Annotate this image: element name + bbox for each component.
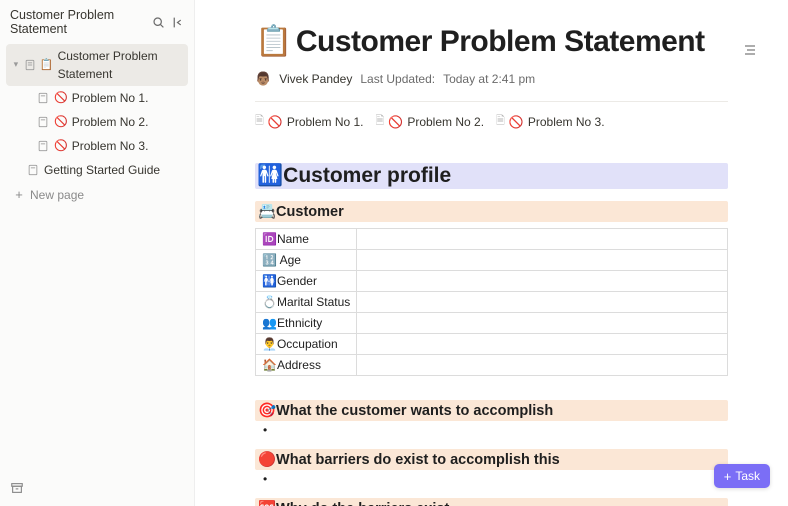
page-icon <box>24 59 36 71</box>
page-icon-large: 📋 <box>255 24 292 59</box>
backlink-emoji: 🚫 <box>268 115 283 129</box>
cell-marital-value[interactable] <box>357 292 728 313</box>
plus-icon: + <box>12 185 26 205</box>
sidebar-footer <box>0 473 194 506</box>
cell-gender-label[interactable]: 🚻Gender <box>256 271 357 292</box>
divider <box>255 101 728 102</box>
cell-name-label[interactable]: 🆔Name <box>256 229 357 250</box>
archive-icon[interactable] <box>10 484 24 498</box>
backlink-emoji: 🚫 <box>388 115 403 129</box>
nav-label: Getting Started Guide <box>44 161 160 179</box>
heading-customer[interactable]: 📇Customer <box>255 201 728 222</box>
add-task-button[interactable]: + Task <box>714 464 770 488</box>
page-icon: 🗎 <box>255 112 264 131</box>
page-icon <box>36 116 50 128</box>
author-avatar: 👨🏽 <box>255 71 271 87</box>
heading-customer-profile[interactable]: 🚻Customer profile <box>255 163 728 189</box>
page-emoji: 🚫 <box>54 90 68 107</box>
page-emoji: 🚫 <box>54 138 68 155</box>
cell-occupation-label[interactable]: 👨‍💼Occupation <box>256 334 357 355</box>
table-row: 💍Marital Status <box>256 292 728 313</box>
cell-address-label[interactable]: 🏠Address <box>256 355 357 376</box>
collapse-sidebar-icon[interactable] <box>171 15 184 29</box>
page-icon: 🗎 <box>376 112 385 131</box>
heading-why-barriers[interactable]: 🆘Why do the barriers exist <box>255 498 728 506</box>
last-updated-value: Today at 2:41 pm <box>443 72 535 86</box>
cell-occupation-value[interactable] <box>357 334 728 355</box>
sidebar: Customer Problem Statement ▾ 📋 Customer … <box>0 0 195 506</box>
cell-marital-label[interactable]: 💍Marital Status <box>256 292 357 313</box>
workspace-title: Customer Problem Statement <box>10 8 140 36</box>
table-row: 🔢 Age <box>256 250 728 271</box>
customer-profile-table: 🆔Name 🔢 Age 🚻Gender 💍Marital Status 👥Eth… <box>255 228 728 376</box>
bullet-empty[interactable] <box>255 421 728 425</box>
cell-address-value[interactable] <box>357 355 728 376</box>
backlink-emoji: 🚫 <box>509 115 524 129</box>
toc-icon[interactable] <box>742 42 758 61</box>
cell-age-value[interactable] <box>357 250 728 271</box>
backlink-problem-3[interactable]: 🗎 🚫 Problem No 3. <box>496 112 605 131</box>
cell-ethnicity-value[interactable] <box>357 313 728 334</box>
nav-item-problem-3[interactable]: 🚫 Problem No 3. <box>6 134 188 158</box>
page-icon <box>36 92 50 104</box>
new-page-button[interactable]: + New page <box>6 182 188 208</box>
page-icon <box>26 164 40 176</box>
nav-item-getting-started[interactable]: Getting Started Guide <box>6 158 188 182</box>
author-name: Vivek Pandey <box>279 72 352 86</box>
new-page-label: New page <box>30 186 84 204</box>
search-icon[interactable] <box>152 15 165 29</box>
page-icon <box>36 140 50 152</box>
table-row: 🚻Gender <box>256 271 728 292</box>
nav-label: Customer Problem Statement <box>58 47 182 83</box>
sidebar-header: Customer Problem Statement <box>0 0 194 42</box>
table-row: 👥Ethnicity <box>256 313 728 334</box>
backlink-label: Problem No 2. <box>407 115 484 129</box>
nav-label: Problem No 3. <box>72 137 149 155</box>
nav-item-problem-2[interactable]: 🚫 Problem No 2. <box>6 110 188 134</box>
twisty-icon[interactable]: ▾ <box>12 58 20 72</box>
page-meta: 👨🏽 Vivek Pandey Last Updated: Today at 2… <box>255 71 728 87</box>
backlink-label: Problem No 1. <box>287 115 364 129</box>
main-content: 📋Customer Problem Statement 👨🏽 Vivek Pan… <box>195 0 788 506</box>
backlink-label: Problem No 3. <box>528 115 605 129</box>
cell-name-value[interactable] <box>357 229 728 250</box>
page-title: 📋Customer Problem Statement <box>255 24 728 59</box>
plus-icon: + <box>724 470 732 483</box>
page-title-text[interactable]: Customer Problem Statement <box>296 25 705 59</box>
last-updated-label: Last Updated: <box>360 72 435 86</box>
cell-gender-value[interactable] <box>357 271 728 292</box>
backlink-problem-2[interactable]: 🗎 🚫 Problem No 2. <box>376 112 485 131</box>
nav-item-problem-1[interactable]: 🚫 Problem No 1. <box>6 86 188 110</box>
page-emoji: 🚫 <box>54 114 68 131</box>
table-row: 🆔Name <box>256 229 728 250</box>
task-button-label: Task <box>735 469 760 483</box>
backlink-problem-1[interactable]: 🗎 🚫 Problem No 1. <box>255 112 364 131</box>
bullet-empty[interactable] <box>255 470 728 474</box>
heading-accomplish[interactable]: 🎯What the customer wants to accomplish <box>255 400 728 421</box>
nav-label: Problem No 1. <box>72 89 149 107</box>
nav-tree: ▾ 📋 Customer Problem Statement 🚫 Problem… <box>0 42 194 473</box>
heading-barriers[interactable]: 🔴What barriers do exist to accomplish th… <box>255 449 728 470</box>
table-row: 👨‍💼Occupation <box>256 334 728 355</box>
cell-age-label[interactable]: 🔢 Age <box>256 250 357 271</box>
nav-label: Problem No 2. <box>72 113 149 131</box>
nav-item-customer-problem-statement[interactable]: ▾ 📋 Customer Problem Statement <box>6 44 188 86</box>
page-emoji: 📋 <box>40 57 54 74</box>
table-row: 🏠Address <box>256 355 728 376</box>
page-icon: 🗎 <box>496 112 505 131</box>
cell-ethnicity-label[interactable]: 👥Ethnicity <box>256 313 357 334</box>
backlinks-row: 🗎 🚫 Problem No 1. 🗎 🚫 Problem No 2. 🗎 🚫 Pro… <box>255 112 728 131</box>
